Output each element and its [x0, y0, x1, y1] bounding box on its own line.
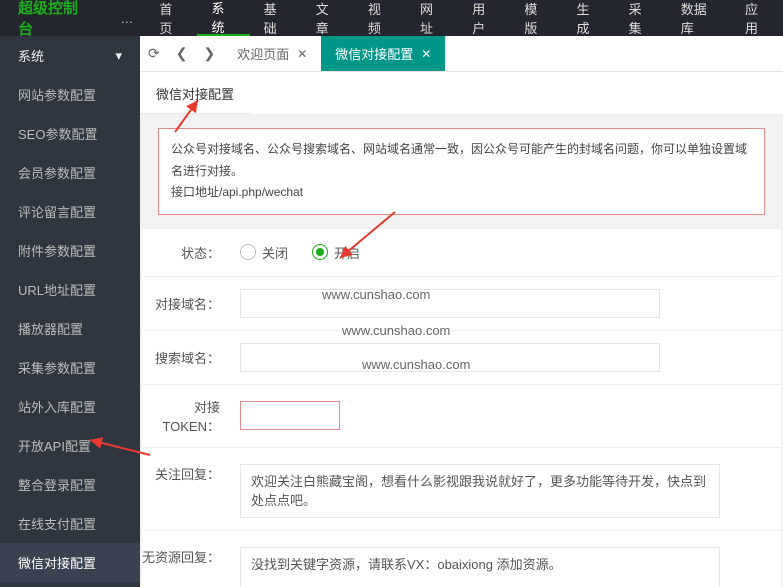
- refresh-icon[interactable]: ⟳: [140, 45, 168, 62]
- caret-down-icon: ▾: [115, 48, 122, 64]
- topnav-more[interactable]: …: [108, 11, 145, 26]
- follow-reply-label: 关注回复：: [142, 464, 232, 483]
- topnav-home[interactable]: 首页: [145, 0, 197, 36]
- tab-home[interactable]: 欢迎页面 ✕: [223, 36, 321, 71]
- status-off-label: 关闭: [262, 243, 288, 262]
- notice-box: 公众号对接域名、公众号搜索域名、网站域名通常一致，因公众号可能产生的封域名问题，…: [158, 128, 765, 215]
- logo: 超级控制台: [0, 0, 108, 39]
- tab-wechat-close-icon[interactable]: ✕: [421, 47, 431, 61]
- tab-wechat-label: 微信对接配置: [335, 44, 413, 63]
- radio-checked-icon: [312, 244, 328, 260]
- tab-home-close-icon[interactable]: ✕: [297, 47, 307, 61]
- panel-title: 微信对接配置: [140, 72, 250, 114]
- search-domain-input[interactable]: [240, 343, 660, 372]
- status-on-radio[interactable]: 开启: [312, 243, 360, 262]
- topnav-url[interactable]: 网址: [406, 0, 458, 36]
- sidebar-item-external[interactable]: 站外入库配置: [0, 387, 140, 426]
- sidebar-item-player[interactable]: 播放器配置: [0, 309, 140, 348]
- topnav-basic[interactable]: 基础: [250, 0, 302, 36]
- sidebar-item-urladdr[interactable]: URL地址配置: [0, 270, 140, 309]
- notice-line1: 公众号对接域名、公众号搜索域名、网站域名通常一致，因公众号可能产生的封域名问题，…: [171, 139, 752, 182]
- token-label: 对接TOKEN：: [142, 397, 232, 435]
- follow-reply-input[interactable]: [240, 464, 720, 518]
- topnav-user[interactable]: 用户: [458, 0, 510, 36]
- nores-reply-input[interactable]: [240, 547, 720, 587]
- sidebar-item-site[interactable]: 网站参数配置: [0, 75, 140, 114]
- domain-input[interactable]: [240, 289, 660, 318]
- status-label: 状态：: [142, 243, 232, 262]
- back-icon[interactable]: ❮: [168, 45, 196, 62]
- sidebar-item-payment[interactable]: 在线支付配置: [0, 504, 140, 543]
- sidebar-item-login[interactable]: 整合登录配置: [0, 465, 140, 504]
- sidebar-title: 系统: [18, 46, 44, 65]
- topnav-system[interactable]: 系统: [197, 0, 249, 36]
- topnav-database[interactable]: 数据库: [667, 0, 731, 36]
- topnav-app[interactable]: 应用: [731, 0, 783, 36]
- sidebar-item-openapi[interactable]: 开放API配置: [0, 426, 140, 465]
- status-off-radio[interactable]: 关闭: [240, 243, 288, 262]
- tabbar: ⟳ ❮ ❯ 欢迎页面 ✕ 微信对接配置 ✕: [140, 36, 783, 72]
- nores-reply-label: 无资源回复：: [142, 547, 232, 566]
- forward-icon[interactable]: ❯: [195, 45, 223, 62]
- topnav-generate[interactable]: 生成: [562, 0, 614, 36]
- status-on-label: 开启: [334, 243, 360, 262]
- radio-icon: [240, 244, 256, 260]
- sidebar-item-attach[interactable]: 附件参数配置: [0, 231, 140, 270]
- sidebar-item-collect[interactable]: 采集参数配置: [0, 348, 140, 387]
- topnav: 首页 系统 基础 文章 视频 网址 用户 模版 生成 采集 数据库 应用: [145, 0, 783, 36]
- sidebar-item-member[interactable]: 会员参数配置: [0, 153, 140, 192]
- notice-line2: 接口地址/api.php/wechat: [171, 182, 752, 204]
- topnav-article[interactable]: 文章: [302, 0, 354, 36]
- sidebar: 系统 ▾ 网站参数配置 SEO参数配置 会员参数配置 评论留言配置 附件参数配置…: [0, 36, 140, 587]
- sidebar-item-comment[interactable]: 评论留言配置: [0, 192, 140, 231]
- search-domain-label: 搜索域名：: [142, 348, 232, 367]
- domain-label: 对接域名：: [142, 294, 232, 313]
- topnav-video[interactable]: 视频: [354, 0, 406, 36]
- tab-wechat[interactable]: 微信对接配置 ✕: [321, 36, 445, 71]
- sidebar-item-email[interactable]: 邮件发送配置: [0, 582, 140, 587]
- topnav-template[interactable]: 模版: [510, 0, 562, 36]
- sidebar-item-wechat[interactable]: 微信对接配置: [0, 543, 140, 582]
- topnav-collect[interactable]: 采集: [615, 0, 667, 36]
- sidebar-item-seo[interactable]: SEO参数配置: [0, 114, 140, 153]
- token-input[interactable]: [240, 401, 340, 430]
- tab-home-label: 欢迎页面: [237, 44, 289, 63]
- sidebar-header[interactable]: 系统 ▾: [0, 36, 140, 75]
